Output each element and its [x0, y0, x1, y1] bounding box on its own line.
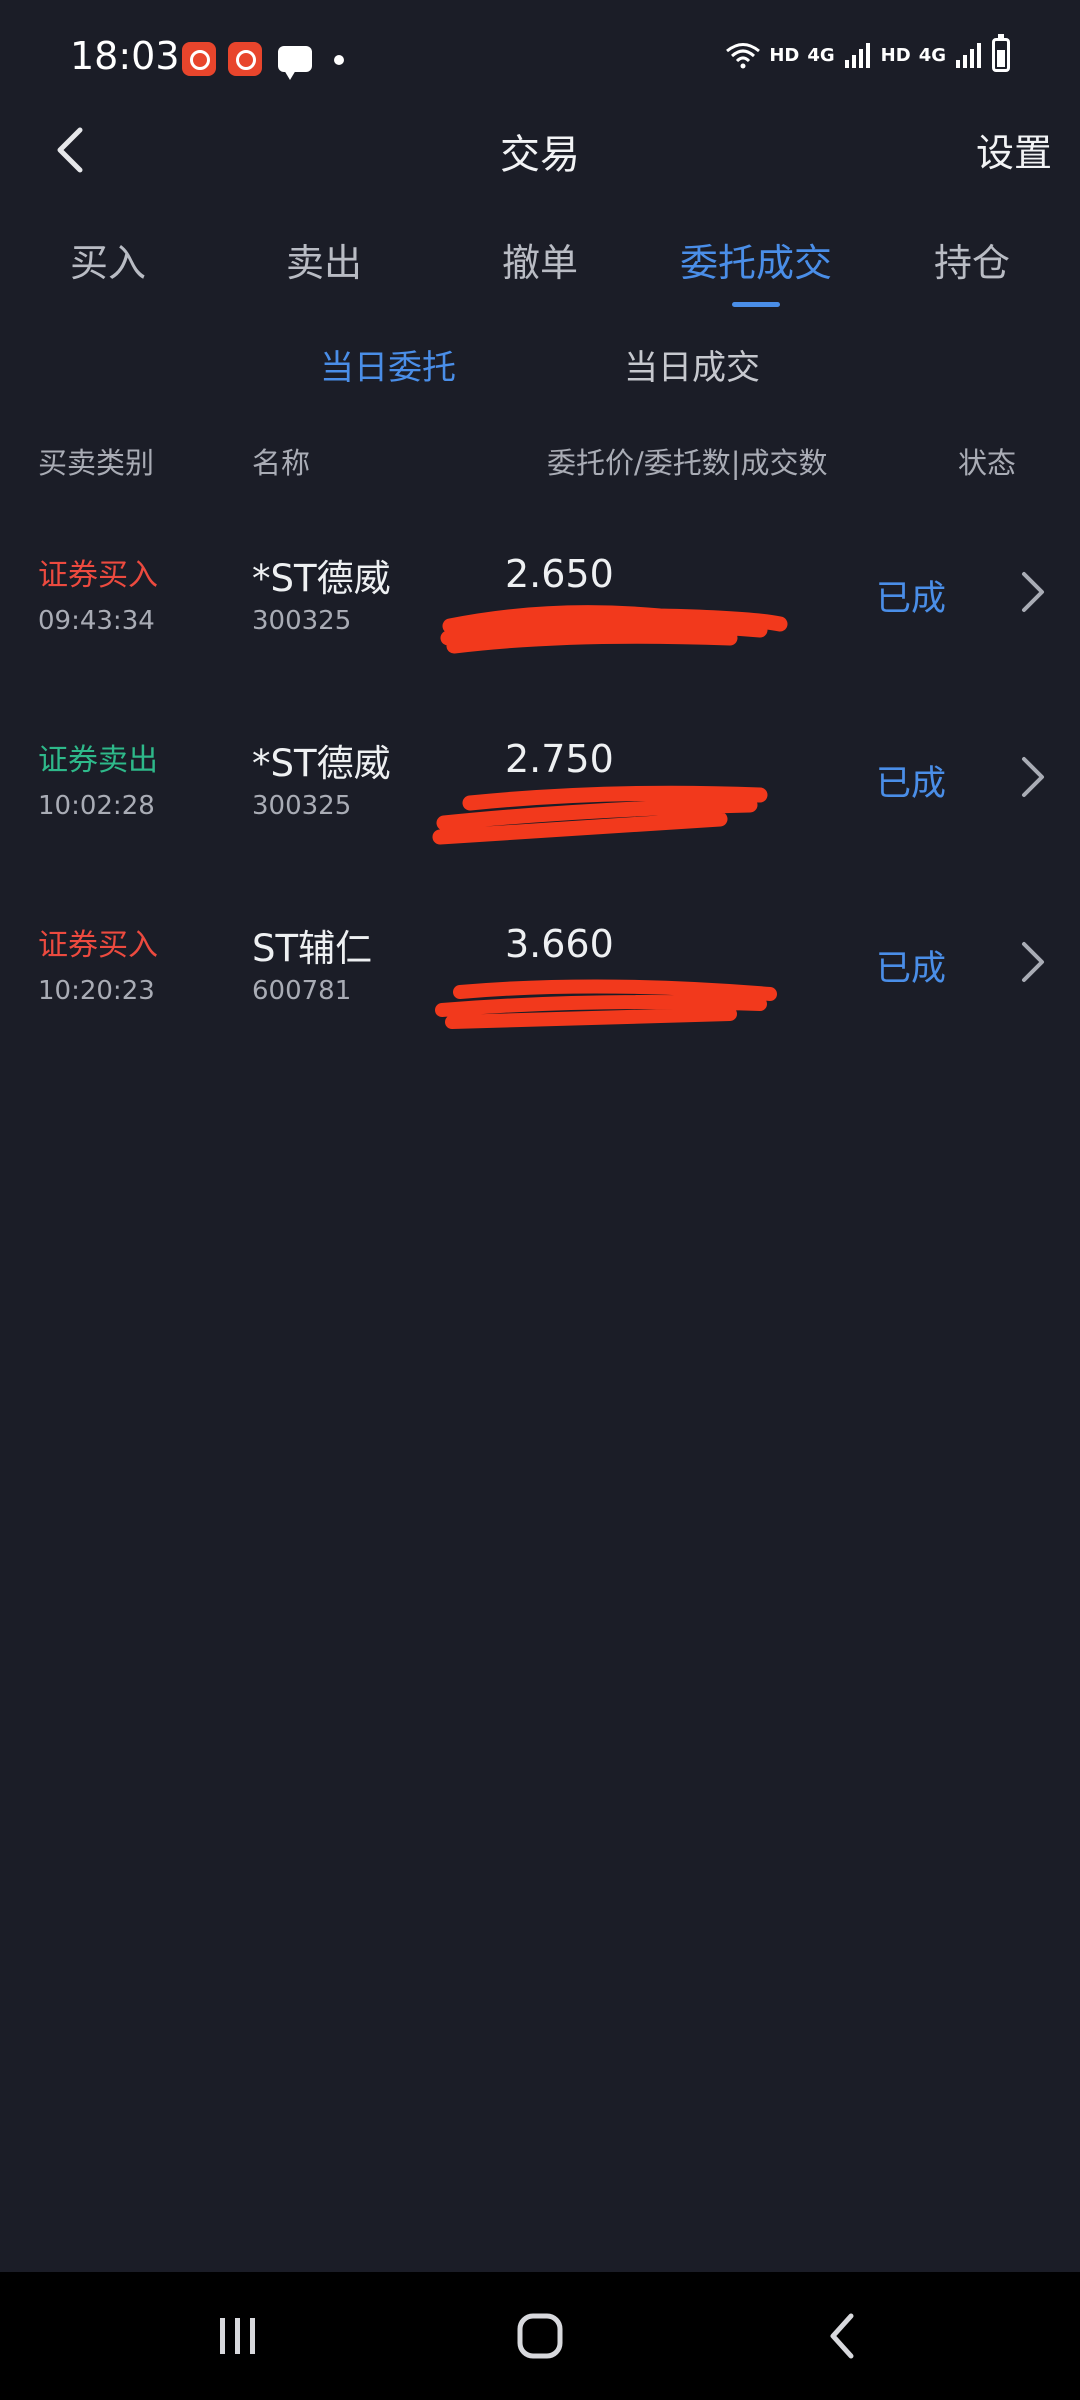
home-button[interactable]: [500, 2304, 580, 2368]
signal-icon: [956, 43, 981, 68]
stock-name: ST辅仁: [252, 927, 373, 970]
tab-positions[interactable]: 持仓: [934, 232, 1010, 287]
message-icon: [278, 46, 312, 80]
app-notification-icon: [182, 42, 216, 76]
order-type: 证券买入: [38, 928, 158, 963]
active-tab-indicator: [732, 302, 780, 307]
chevron-right-icon: [1022, 942, 1044, 982]
order-time: 10:02:28: [38, 791, 155, 821]
network-label: 4G: [807, 44, 835, 66]
stock-code: 300325: [252, 791, 352, 821]
stock-name: *ST德威: [252, 742, 391, 785]
order-status: 已成: [876, 949, 947, 989]
redaction-scribble: [440, 605, 788, 654]
order-status: 已成: [876, 764, 947, 804]
column-header-price: 委托价/委托数|成交数: [547, 446, 828, 480]
battery-icon: [992, 34, 1010, 72]
recents-button[interactable]: [198, 2304, 278, 2368]
column-header-name: 名称: [252, 446, 311, 480]
order-type: 证券卖出: [38, 743, 158, 778]
settings-button[interactable]: 设置: [976, 122, 1052, 177]
system-back-button[interactable]: [802, 2304, 882, 2368]
column-header-status: 状态: [958, 446, 1017, 480]
home-icon: [517, 2313, 563, 2359]
tab-orders-trades[interactable]: 委托成交: [680, 232, 832, 287]
page-title: 交易: [500, 132, 580, 178]
back-icon: [830, 2313, 854, 2359]
order-subtabs: 当日委托 当日成交: [0, 330, 1080, 400]
redaction-scribble: [435, 979, 777, 1029]
network-label: 4G: [918, 44, 946, 66]
order-price: 3.660: [505, 922, 614, 966]
wifi-icon: [726, 43, 761, 69]
tab-sell[interactable]: 卖出: [286, 232, 362, 287]
order-row[interactable]: 证券买入 09:43:34 *ST德威 300325 2.650 已成: [0, 510, 1080, 695]
subtab-today-orders[interactable]: 当日委托: [320, 340, 456, 389]
chevron-right-icon: [1022, 572, 1044, 612]
stock-code: 300325: [252, 606, 352, 636]
subtab-today-trades[interactable]: 当日成交: [624, 340, 760, 389]
tab-buy[interactable]: 买入: [70, 232, 146, 287]
recents-icon: [220, 2318, 255, 2354]
stock-name: *ST德威: [252, 557, 391, 600]
order-row[interactable]: 证券买入 10:20:23 ST辅仁 600781 3.660 已成: [0, 880, 1080, 1065]
order-time: 10:20:23: [38, 976, 155, 1006]
column-header-type: 买卖类别: [38, 446, 155, 480]
chevron-right-icon: [1022, 757, 1044, 797]
redaction-scribble: [432, 785, 768, 845]
order-status: 已成: [876, 579, 947, 619]
tab-cancel-order[interactable]: 撤单: [502, 232, 578, 287]
status-bar: 18:03 HD 4G HD 4G: [0, 0, 1080, 120]
order-price: 2.750: [505, 737, 614, 781]
header: 交易 设置: [0, 110, 1080, 190]
hd-label: HD: [880, 44, 911, 66]
order-row[interactable]: 证券卖出 10:02:28 *ST德威 300325 2.750 已成: [0, 695, 1080, 880]
app-notification-icon: [228, 42, 262, 76]
order-type: 证券买入: [38, 558, 158, 593]
stock-code: 600781: [252, 976, 352, 1006]
hd-label: HD: [769, 44, 800, 66]
signal-icon: [844, 43, 870, 68]
trade-tabs: 买入 卖出 撤单 委托成交 持仓: [0, 220, 1080, 310]
system-navigation-bar: [0, 2272, 1080, 2400]
status-indicators: HD 4G HD 4G: [725, 34, 1010, 72]
status-time: 18:03: [70, 34, 180, 78]
order-price: 2.650: [505, 552, 614, 596]
order-time: 09:43:34: [38, 606, 155, 636]
more-notifications-icon: [334, 55, 344, 65]
